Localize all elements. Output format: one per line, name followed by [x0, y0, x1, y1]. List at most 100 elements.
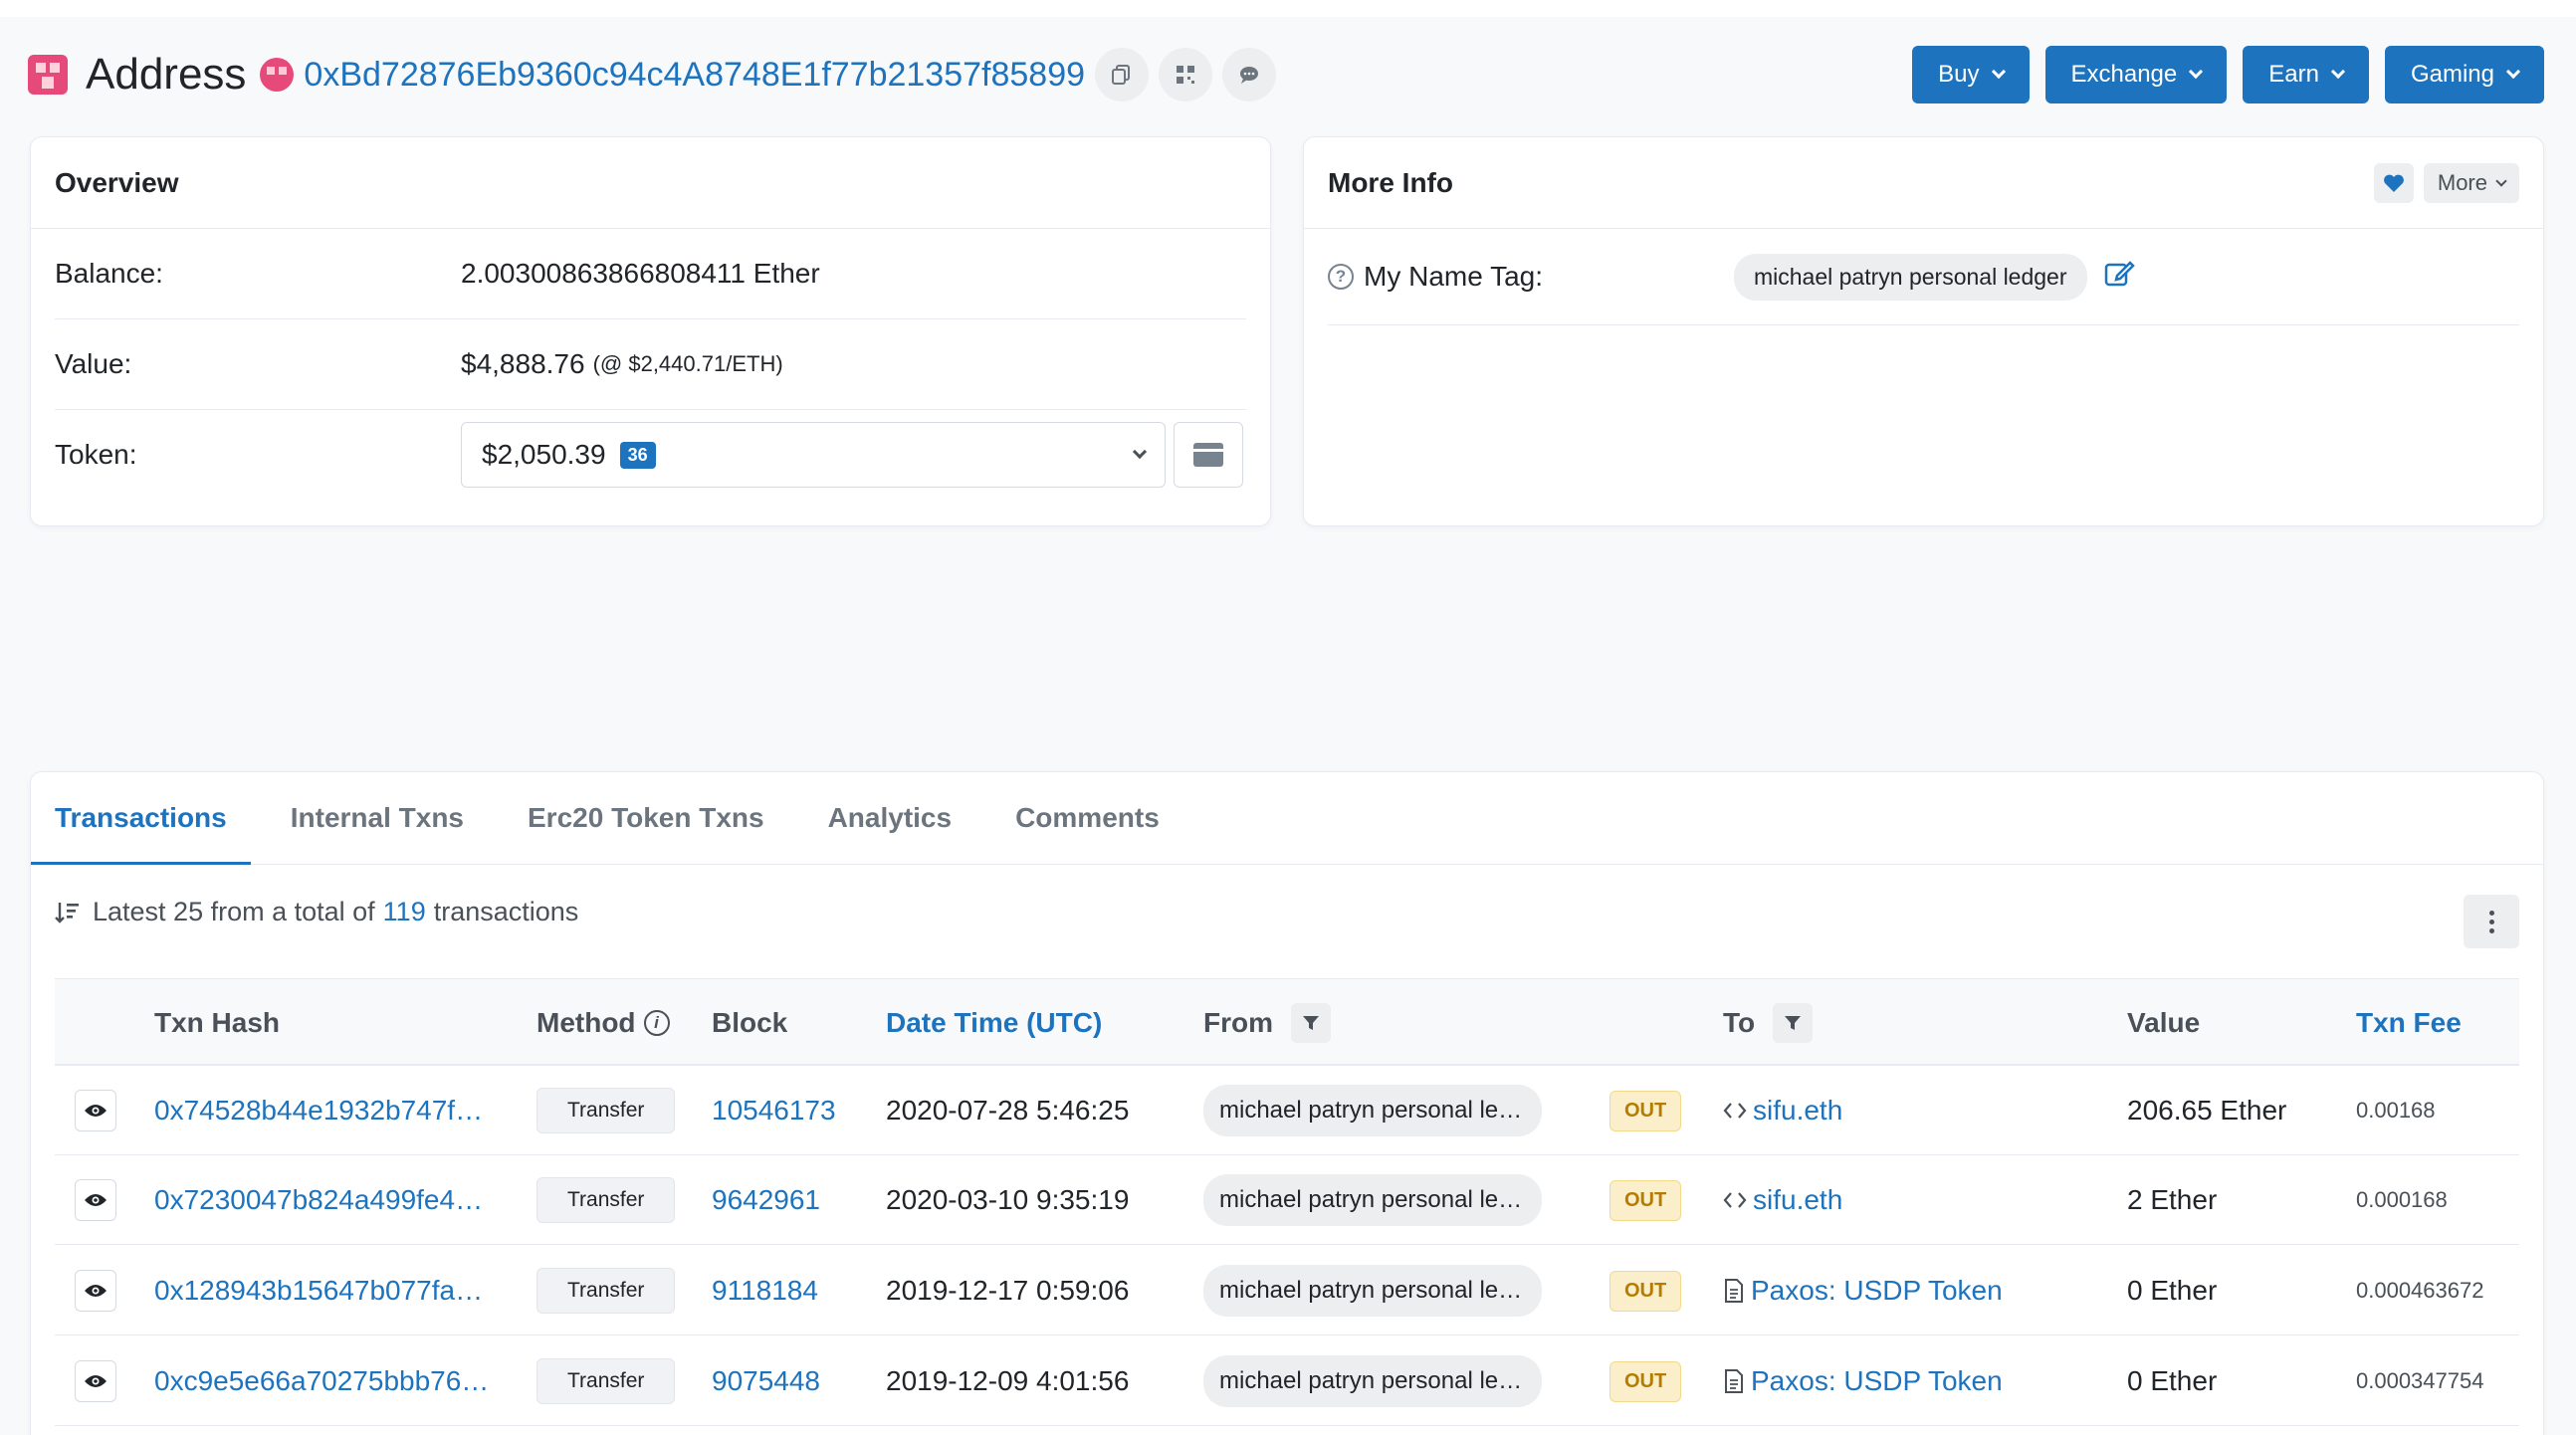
tab-analytics[interactable]: Analytics	[828, 772, 953, 864]
txn-datetime: 2020-07-28 5:46:25	[886, 1095, 1130, 1126]
col-txn-fee[interactable]: Txn Fee	[2356, 979, 2462, 1067]
filter-icon	[1785, 1016, 1802, 1030]
name-tag-row: ? My Name Tag: michael patryn personal l…	[1328, 229, 2519, 324]
transactions-total-link[interactable]: 119	[383, 897, 426, 927]
from-address[interactable]: michael patryn personal le…	[1203, 1085, 1542, 1136]
address-logo-icon	[28, 55, 68, 95]
txn-fee: 0.000347754	[2356, 1368, 2484, 1393]
favorite-button[interactable]	[2373, 162, 2414, 203]
page-title: Address	[86, 50, 247, 99]
divider	[55, 409, 1246, 410]
chevron-down-icon	[2505, 64, 2521, 80]
chat-icon	[1240, 67, 1259, 84]
sort-icon	[55, 902, 79, 923]
col-value: Value	[2127, 1007, 2201, 1038]
preview-button[interactable]	[75, 1179, 116, 1221]
more-info-card: More Info More ? My Name Tag: michael pa…	[1303, 136, 2544, 526]
overview-title: Overview	[31, 137, 1270, 229]
tab-transactions[interactable]: Transactions	[31, 772, 251, 865]
token-label: Token:	[55, 439, 137, 470]
preview-button[interactable]	[75, 1360, 116, 1402]
table-row: 0x128943b15647b077fa… Transfer 9118184 2…	[55, 1246, 2519, 1335]
to-address-link[interactable]: Paxos: USDP Token	[1723, 1275, 2003, 1307]
address-avatar-icon	[260, 58, 295, 92]
balance-label: Balance:	[55, 258, 163, 289]
txn-datetime: 2019-12-09 4:01:56	[886, 1365, 1130, 1396]
file-icon	[1725, 1369, 1743, 1393]
token-count-badge: 36	[619, 441, 656, 469]
comment-button[interactable]	[1222, 48, 1277, 102]
block-link[interactable]: 10546173	[712, 1066, 836, 1155]
more-info-header: More Info More	[1304, 137, 2543, 229]
chevron-down-icon	[1132, 444, 1148, 460]
block-link[interactable]: 9075448	[712, 1336, 820, 1426]
direction-badge: OUT	[1610, 1090, 1682, 1131]
col-method: Method i	[537, 979, 670, 1067]
top-strip	[0, 0, 2576, 17]
qr-code-button[interactable]	[1159, 48, 1213, 102]
col-from: From	[1203, 979, 1331, 1067]
txn-fee: 0.00168	[2356, 1098, 2436, 1123]
token-holdings-dropdown[interactable]: $2,050.39 36	[461, 422, 1166, 488]
address-hash[interactable]: 0xBd72876Eb9360c94c4A8748E1f77b21357f858…	[304, 56, 1085, 95]
from-address[interactable]: michael patryn personal le…	[1203, 1355, 1542, 1407]
edit-icon[interactable]	[2103, 258, 2135, 297]
from-filter-button[interactable]	[1291, 1003, 1331, 1043]
block-link[interactable]: 9642961	[712, 1155, 820, 1245]
value-label: Value:	[55, 348, 132, 379]
code-icon	[1723, 1103, 1747, 1119]
token-wallet-button[interactable]	[1174, 422, 1243, 488]
txn-hash-link[interactable]: 0xc9e5e66a70275bbb76…	[154, 1336, 489, 1426]
tab-comments[interactable]: Comments	[1015, 772, 1160, 864]
txn-value: 206.65 Ether	[2127, 1095, 2287, 1126]
table-row: 0xc9e5e66a70275bbb76… Transfer 9075448 2…	[55, 1336, 2519, 1426]
chevron-down-icon	[2495, 174, 2507, 187]
preview-button[interactable]	[75, 1090, 116, 1131]
qr-code-icon	[1177, 66, 1195, 84]
token-value: $2,050.39	[482, 439, 606, 470]
token-row: Token: $2,050.39 36	[55, 422, 1246, 488]
preview-button[interactable]	[75, 1270, 116, 1312]
chevron-down-icon	[2330, 64, 2346, 80]
txn-value: 0 Ether	[2127, 1275, 2218, 1306]
txn-fee: 0.000168	[2356, 1187, 2448, 1212]
txn-hash-link[interactable]: 0x7230047b824a499fe4…	[154, 1155, 483, 1245]
more-dropdown-button[interactable]: More	[2423, 162, 2519, 203]
tab-erc20-token-txns[interactable]: Erc20 Token Txns	[528, 772, 764, 864]
tab-internal-txns[interactable]: Internal Txns	[291, 772, 464, 864]
to-address-link[interactable]: Paxos: USDP Token	[1723, 1365, 2003, 1397]
wallet-icon	[1193, 443, 1223, 467]
block-link[interactable]: 9118184	[712, 1246, 818, 1335]
chevron-down-icon	[2189, 64, 2204, 80]
info-icon[interactable]: i	[643, 1010, 670, 1036]
name-tag-value: michael patryn personal ledger	[1734, 253, 2087, 301]
txn-datetime: 2019-12-17 0:59:06	[886, 1275, 1130, 1306]
table-header: Txn Hash Method i Block Date Time (UTC) …	[55, 978, 2519, 1066]
from-address[interactable]: michael patryn personal le…	[1203, 1265, 1542, 1317]
txn-value: 0 Ether	[2127, 1365, 2218, 1396]
buy-dropdown-button[interactable]: Buy	[1912, 46, 2030, 103]
col-date-time[interactable]: Date Time (UTC)	[886, 979, 1102, 1067]
exchange-dropdown-button[interactable]: Exchange	[2044, 46, 2228, 103]
copy-address-button[interactable]	[1095, 48, 1150, 102]
table-row: 0x7230047b824a499fe4… Transfer 9642961 2…	[55, 1155, 2519, 1245]
value-row: Value: $4,888.76 (@ $2,440.71/ETH)	[55, 319, 1246, 409]
page-header: Address 0xBd72876Eb9360c94c4A8748E1f77b2…	[28, 40, 2544, 109]
to-filter-button[interactable]	[1773, 1003, 1814, 1043]
from-address[interactable]: michael patryn personal le…	[1203, 1174, 1542, 1226]
gaming-dropdown-button[interactable]: Gaming	[2384, 46, 2544, 103]
name-tag-label: My Name Tag:	[1364, 261, 1543, 292]
col-to: To	[1723, 979, 1814, 1067]
earn-dropdown-button[interactable]: Earn	[2243, 46, 2369, 103]
file-icon	[1725, 1279, 1743, 1303]
to-address-link[interactable]: sifu.eth	[1723, 1184, 1842, 1216]
options-menu-button[interactable]	[2464, 895, 2519, 948]
filter-icon	[1303, 1016, 1319, 1030]
to-address-link[interactable]: sifu.eth	[1723, 1095, 1842, 1127]
txn-value: 2 Ether	[2127, 1184, 2218, 1215]
help-icon[interactable]: ?	[1328, 264, 1354, 290]
header-menu: Buy Exchange Earn Gaming	[1912, 46, 2544, 103]
txn-hash-link[interactable]: 0x128943b15647b077fa…	[154, 1246, 483, 1335]
transactions-card: Transactions Internal Txns Erc20 Token T…	[30, 771, 2544, 1435]
txn-hash-link[interactable]: 0x74528b44e1932b747f…	[154, 1066, 483, 1155]
